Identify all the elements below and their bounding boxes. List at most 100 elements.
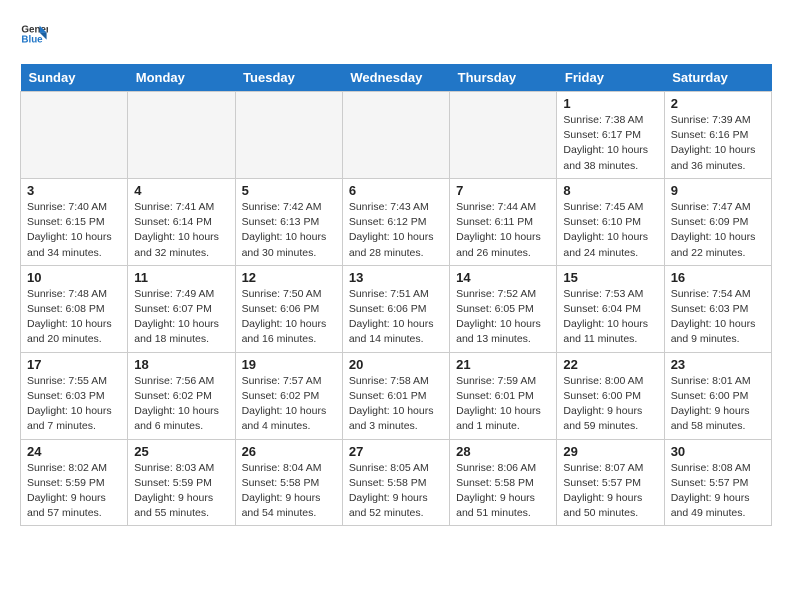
day-info: Sunrise: 8:01 AM Sunset: 6:00 PM Dayligh… <box>671 374 765 435</box>
day-number: 20 <box>349 357 443 372</box>
day-info: Sunrise: 7:40 AM Sunset: 6:15 PM Dayligh… <box>27 200 121 261</box>
logo-icon: General Blue <box>20 20 48 48</box>
calendar-cell: 8 Sunrise: 7:45 AM Sunset: 6:10 PM Daylig… <box>557 178 664 265</box>
col-friday: Friday <box>557 64 664 92</box>
calendar-cell <box>128 92 235 179</box>
day-number: 2 <box>671 96 765 111</box>
day-number: 29 <box>563 444 657 459</box>
calendar-week-2: 3 Sunrise: 7:40 AM Sunset: 6:15 PM Daylig… <box>21 178 772 265</box>
day-info: Sunrise: 7:50 AM Sunset: 6:06 PM Dayligh… <box>242 287 336 348</box>
calendar-cell: 14Sunrise: 7:52 AM Sunset: 6:05 PM Dayli… <box>450 265 557 352</box>
day-info: Sunrise: 7:58 AM Sunset: 6:01 PM Dayligh… <box>349 374 443 435</box>
calendar-cell: 13 Sunrise: 7:51 AM Sunset: 6:06 PM Dayli… <box>342 265 449 352</box>
calendar-week-3: 10 Sunrise: 7:48 AM Sunset: 6:08 PM Dayli… <box>21 265 772 352</box>
col-monday: Monday <box>128 64 235 92</box>
calendar-cell <box>21 92 128 179</box>
calendar-cell: 7 Sunrise: 7:44 AM Sunset: 6:11 PM Daylig… <box>450 178 557 265</box>
day-number: 1 <box>563 96 657 111</box>
day-info: Sunrise: 7:57 AM Sunset: 6:02 PM Dayligh… <box>242 374 336 435</box>
day-info: Sunrise: 7:42 AM Sunset: 6:13 PM Dayligh… <box>242 200 336 261</box>
day-info: Sunrise: 7:47 AM Sunset: 6:09 PM Dayligh… <box>671 200 765 261</box>
day-info: Sunrise: 7:56 AM Sunset: 6:02 PM Dayligh… <box>134 374 228 435</box>
calendar-cell: 26Sunrise: 8:04 AM Sunset: 5:58 PM Dayli… <box>235 439 342 526</box>
day-number: 28 <box>456 444 550 459</box>
day-info: Sunrise: 7:38 AM Sunset: 6:17 PM Dayligh… <box>563 113 657 174</box>
calendar-cell: 28 Sunrise: 8:06 AM Sunset: 5:58 PM Dayli… <box>450 439 557 526</box>
day-info: Sunrise: 7:43 AM Sunset: 6:12 PM Dayligh… <box>349 200 443 261</box>
day-info: Sunrise: 7:49 AM Sunset: 6:07 PM Dayligh… <box>134 287 228 348</box>
calendar-week-1: 1 Sunrise: 7:38 AM Sunset: 6:17 PM Daylig… <box>21 92 772 179</box>
day-number: 27 <box>349 444 443 459</box>
day-number: 22 <box>563 357 657 372</box>
day-number: 6 <box>349 183 443 198</box>
day-info: Sunrise: 7:44 AM Sunset: 6:11 PM Dayligh… <box>456 200 550 261</box>
day-info: Sunrise: 7:55 AM Sunset: 6:03 PM Dayligh… <box>27 374 121 435</box>
calendar-cell: 5 Sunrise: 7:42 AM Sunset: 6:13 PM Daylig… <box>235 178 342 265</box>
calendar-cell: 11Sunrise: 7:49 AM Sunset: 6:07 PM Dayli… <box>128 265 235 352</box>
col-wednesday: Wednesday <box>342 64 449 92</box>
col-thursday: Thursday <box>450 64 557 92</box>
day-info: Sunrise: 7:51 AM Sunset: 6:06 PM Dayligh… <box>349 287 443 348</box>
calendar-cell: 20 Sunrise: 7:58 AM Sunset: 6:01 PM Dayli… <box>342 352 449 439</box>
calendar-cell: 22 Sunrise: 8:00 AM Sunset: 6:00 PM Dayli… <box>557 352 664 439</box>
calendar-cell <box>450 92 557 179</box>
calendar-cell: 6 Sunrise: 7:43 AM Sunset: 6:12 PM Daylig… <box>342 178 449 265</box>
calendar-cell: 24Sunrise: 8:02 AM Sunset: 5:59 PM Dayli… <box>21 439 128 526</box>
calendar-cell: 18 Sunrise: 7:56 AM Sunset: 6:02 PM Dayli… <box>128 352 235 439</box>
day-info: Sunrise: 8:08 AM Sunset: 5:57 PM Dayligh… <box>671 461 765 522</box>
calendar-cell: 1 Sunrise: 7:38 AM Sunset: 6:17 PM Daylig… <box>557 92 664 179</box>
svg-text:Blue: Blue <box>21 34 43 45</box>
day-info: Sunrise: 8:06 AM Sunset: 5:58 PM Dayligh… <box>456 461 550 522</box>
calendar-cell: 3 Sunrise: 7:40 AM Sunset: 6:15 PM Daylig… <box>21 178 128 265</box>
calendar-week-4: 17 Sunrise: 7:55 AM Sunset: 6:03 PM Dayli… <box>21 352 772 439</box>
calendar-cell <box>342 92 449 179</box>
calendar-cell: 30 Sunrise: 8:08 AM Sunset: 5:57 PM Dayli… <box>664 439 771 526</box>
day-number: 8 <box>563 183 657 198</box>
day-info: Sunrise: 7:41 AM Sunset: 6:14 PM Dayligh… <box>134 200 228 261</box>
col-saturday: Saturday <box>664 64 771 92</box>
calendar-cell: 15 Sunrise: 7:53 AM Sunset: 6:04 PM Dayli… <box>557 265 664 352</box>
day-info: Sunrise: 7:59 AM Sunset: 6:01 PM Dayligh… <box>456 374 550 435</box>
day-info: Sunrise: 8:05 AM Sunset: 5:58 PM Dayligh… <box>349 461 443 522</box>
calendar-cell: 10 Sunrise: 7:48 AM Sunset: 6:08 PM Dayli… <box>21 265 128 352</box>
logo: General Blue <box>20 20 52 48</box>
calendar-cell: 9 Sunrise: 7:47 AM Sunset: 6:09 PM Daylig… <box>664 178 771 265</box>
day-number: 25 <box>134 444 228 459</box>
calendar-cell: 29Sunrise: 8:07 AM Sunset: 5:57 PM Dayli… <box>557 439 664 526</box>
calendar-cell: 21Sunrise: 7:59 AM Sunset: 6:01 PM Dayli… <box>450 352 557 439</box>
day-number: 10 <box>27 270 121 285</box>
day-number: 5 <box>242 183 336 198</box>
calendar-cell: 25 Sunrise: 8:03 AM Sunset: 5:59 PM Dayli… <box>128 439 235 526</box>
day-info: Sunrise: 8:02 AM Sunset: 5:59 PM Dayligh… <box>27 461 121 522</box>
day-number: 15 <box>563 270 657 285</box>
day-info: Sunrise: 7:48 AM Sunset: 6:08 PM Dayligh… <box>27 287 121 348</box>
calendar-cell: 2 Sunrise: 7:39 AM Sunset: 6:16 PM Daylig… <box>664 92 771 179</box>
calendar-cell: 12 Sunrise: 7:50 AM Sunset: 6:06 PM Dayli… <box>235 265 342 352</box>
day-number: 13 <box>349 270 443 285</box>
calendar-cell: 17 Sunrise: 7:55 AM Sunset: 6:03 PM Dayli… <box>21 352 128 439</box>
calendar-cell: 16 Sunrise: 7:54 AM Sunset: 6:03 PM Dayli… <box>664 265 771 352</box>
day-number: 16 <box>671 270 765 285</box>
day-info: Sunrise: 8:00 AM Sunset: 6:00 PM Dayligh… <box>563 374 657 435</box>
day-number: 17 <box>27 357 121 372</box>
day-info: Sunrise: 7:53 AM Sunset: 6:04 PM Dayligh… <box>563 287 657 348</box>
col-sunday: Sunday <box>21 64 128 92</box>
day-number: 23 <box>671 357 765 372</box>
day-info: Sunrise: 7:39 AM Sunset: 6:16 PM Dayligh… <box>671 113 765 174</box>
day-number: 9 <box>671 183 765 198</box>
day-number: 30 <box>671 444 765 459</box>
day-info: Sunrise: 7:45 AM Sunset: 6:10 PM Dayligh… <box>563 200 657 261</box>
day-number: 18 <box>134 357 228 372</box>
day-info: Sunrise: 7:54 AM Sunset: 6:03 PM Dayligh… <box>671 287 765 348</box>
column-headers: Sunday Monday Tuesday Wednesday Thursday… <box>21 64 772 92</box>
calendar-cell: 4Sunrise: 7:41 AM Sunset: 6:14 PM Daylig… <box>128 178 235 265</box>
col-tuesday: Tuesday <box>235 64 342 92</box>
calendar-week-5: 24Sunrise: 8:02 AM Sunset: 5:59 PM Dayli… <box>21 439 772 526</box>
day-info: Sunrise: 7:52 AM Sunset: 6:05 PM Dayligh… <box>456 287 550 348</box>
day-number: 7 <box>456 183 550 198</box>
day-number: 3 <box>27 183 121 198</box>
day-info: Sunrise: 8:03 AM Sunset: 5:59 PM Dayligh… <box>134 461 228 522</box>
calendar-cell: 23 Sunrise: 8:01 AM Sunset: 6:00 PM Dayli… <box>664 352 771 439</box>
calendar-cell: 19Sunrise: 7:57 AM Sunset: 6:02 PM Dayli… <box>235 352 342 439</box>
day-number: 12 <box>242 270 336 285</box>
